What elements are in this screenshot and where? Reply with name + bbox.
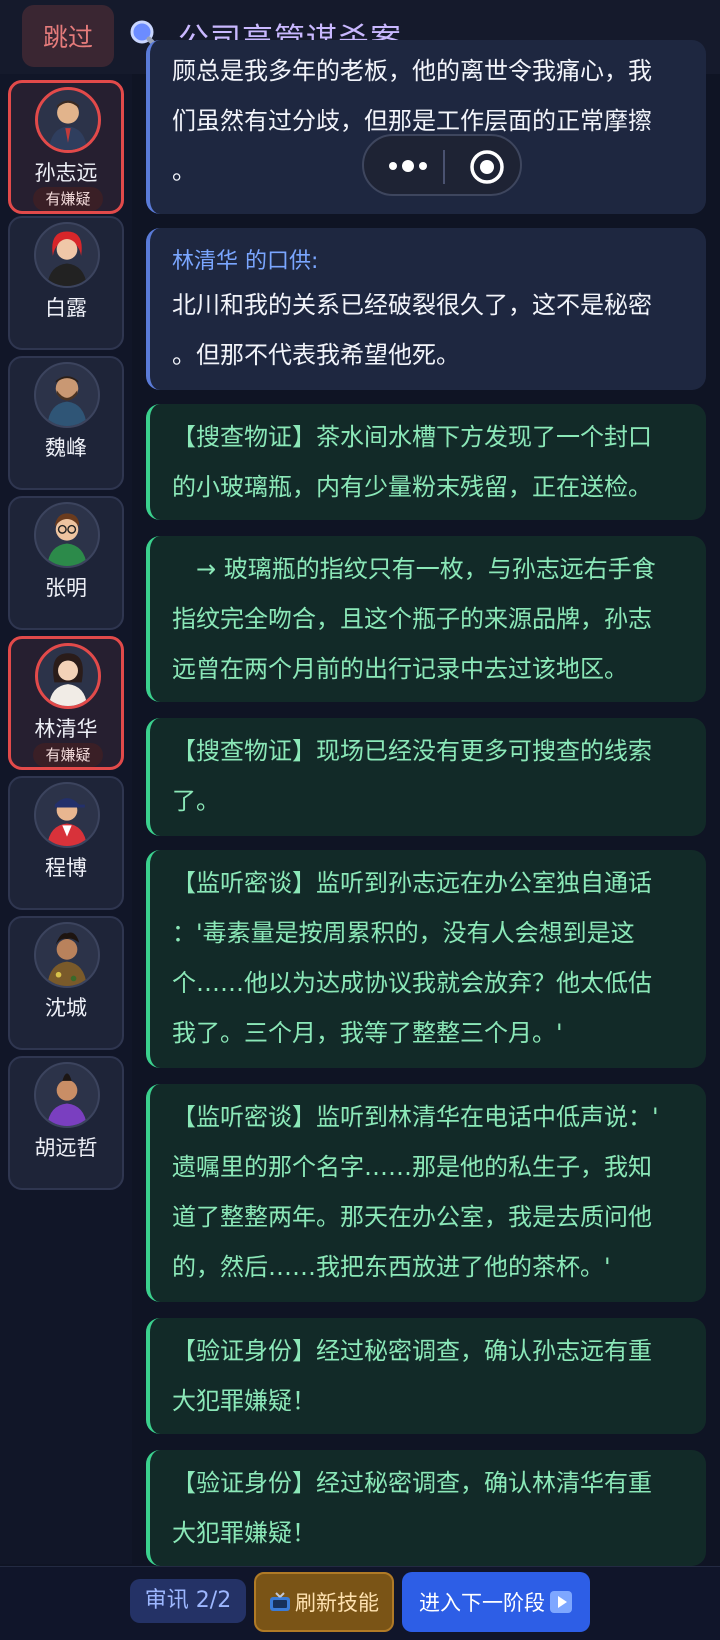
refresh-skill-label: 刷新技能 xyxy=(295,1591,379,1615)
close-target-icon[interactable] xyxy=(468,148,506,186)
suspect-name: 胡远哲 xyxy=(34,1136,98,1160)
evidence-message: 【监听密谈】监听到孙志远在办公室独自通话 ：'毒素量是按周累积的，没有人会想到是… xyxy=(146,850,706,1068)
evidence-message: 【搜查物证】现场已经没有更多可搜查的线索 了。 xyxy=(146,718,706,836)
miniprogram-capsule xyxy=(362,134,522,196)
message-text: 【验证身份】经过秘密调查，确认林清华有重 大犯罪嫌疑！ xyxy=(172,1469,652,1547)
capsule-divider xyxy=(443,150,445,184)
avatar xyxy=(35,87,101,153)
avatar xyxy=(34,922,100,988)
tv-icon xyxy=(270,1592,290,1611)
suspect-name: 林清华 xyxy=(34,717,98,741)
message-text: 【监听密谈】监听到孙志远在办公室独自通话 ：'毒素量是按周累积的，没有人会想到是… xyxy=(172,869,652,1047)
message-text: 【验证身份】经过秘密调查，确认孙志远有重 大犯罪嫌疑！ xyxy=(172,1337,652,1415)
suspect-card-lin-qinghua[interactable]: 林清华 有嫌疑 xyxy=(8,636,124,770)
avatar xyxy=(34,782,100,848)
suspect-card-wei-feng[interactable]: 魏峰 xyxy=(8,356,124,490)
message-text: → 玻璃瓶的指纹只有一枚，与孙志远右手食 指纹完全吻合，且这个瓶子的来源品牌，孙… xyxy=(172,555,656,683)
evidence-message: 【验证身份】经过秘密调查，确认孙志远有重 大犯罪嫌疑！ xyxy=(146,1318,706,1434)
message-text: 北川和我的关系已经破裂很久了，这不是秘密 。但那不代表我希望他死。 xyxy=(172,291,652,369)
suspect-badge: 有嫌疑 xyxy=(33,743,103,767)
statement-message: 林清华 的口供: 北川和我的关系已经破裂很久了，这不是秘密 。但那不代表我希望他… xyxy=(146,228,706,390)
interrogation-round-button[interactable]: 审讯 2/2 xyxy=(130,1579,246,1623)
avatar xyxy=(34,502,100,568)
evidence-message: 【搜查物证】茶水间水槽下方发现了一个封口 的小玻璃瓶，内有少量粉末残留，正在送检… xyxy=(146,404,706,520)
avatar xyxy=(34,222,100,288)
skip-button[interactable]: 跳过 xyxy=(22,5,114,67)
message-text: 【搜查物证】现场已经没有更多可搜查的线索 了。 xyxy=(172,737,652,815)
message-text: 【搜查物证】茶水间水槽下方发现了一个封口 的小玻璃瓶，内有少量粉末残留，正在送检… xyxy=(172,423,652,501)
suspect-name: 白露 xyxy=(45,296,87,320)
suspect-card-sun-zhiyuan[interactable]: 孙志远 有嫌疑 xyxy=(8,80,124,214)
bottom-action-bar: 审讯 2/2 刷新技能 进入下一阶段 xyxy=(0,1566,720,1640)
suspect-name: 孙志远 xyxy=(34,161,98,185)
suspect-name: 魏峰 xyxy=(45,436,87,460)
evidence-message: 【监听密谈】监听到林清华在电话中低声说：' 遗嘱里的那个名字……那是他的私生子，… xyxy=(146,1084,706,1302)
suspect-name: 程博 xyxy=(45,856,87,880)
avatar xyxy=(34,1062,100,1128)
suspect-sidebar: 孙志远 有嫌疑 白露 魏峰 张明 林清华 有嫌疑 程博 沈城 胡远哲 xyxy=(0,74,132,1564)
suspect-card-bai-lu[interactable]: 白露 xyxy=(8,216,124,350)
suspect-name: 张明 xyxy=(45,576,87,600)
speaker-label: 林清华 的口供: xyxy=(172,249,319,274)
suspect-badge: 有嫌疑 xyxy=(33,187,103,211)
avatar xyxy=(35,643,101,709)
suspect-name: 沈城 xyxy=(45,996,87,1020)
more-icon[interactable] xyxy=(386,154,430,178)
refresh-skill-button[interactable]: 刷新技能 xyxy=(254,1572,394,1632)
evidence-message: 【验证身份】经过秘密调查，确认林清华有重 大犯罪嫌疑！ xyxy=(146,1450,706,1566)
evidence-message: → 玻璃瓶的指纹只有一枚，与孙志远右手食 指纹完全吻合，且这个瓶子的来源品牌，孙… xyxy=(146,536,706,702)
next-stage-label: 进入下一阶段 xyxy=(419,1591,545,1615)
next-stage-button[interactable]: 进入下一阶段 xyxy=(402,1572,590,1632)
suspect-card-cheng-bo[interactable]: 程博 xyxy=(8,776,124,910)
play-icon xyxy=(550,1591,572,1613)
message-text: 【监听密谈】监听到林清华在电话中低声说：' 遗嘱里的那个名字……那是他的私生子，… xyxy=(172,1103,659,1281)
avatar xyxy=(34,362,100,428)
suspect-card-zhang-ming[interactable]: 张明 xyxy=(8,496,124,630)
suspect-card-hu-yuanzhe[interactable]: 胡远哲 xyxy=(8,1056,124,1190)
suspect-card-shen-cheng[interactable]: 沈城 xyxy=(8,916,124,1050)
